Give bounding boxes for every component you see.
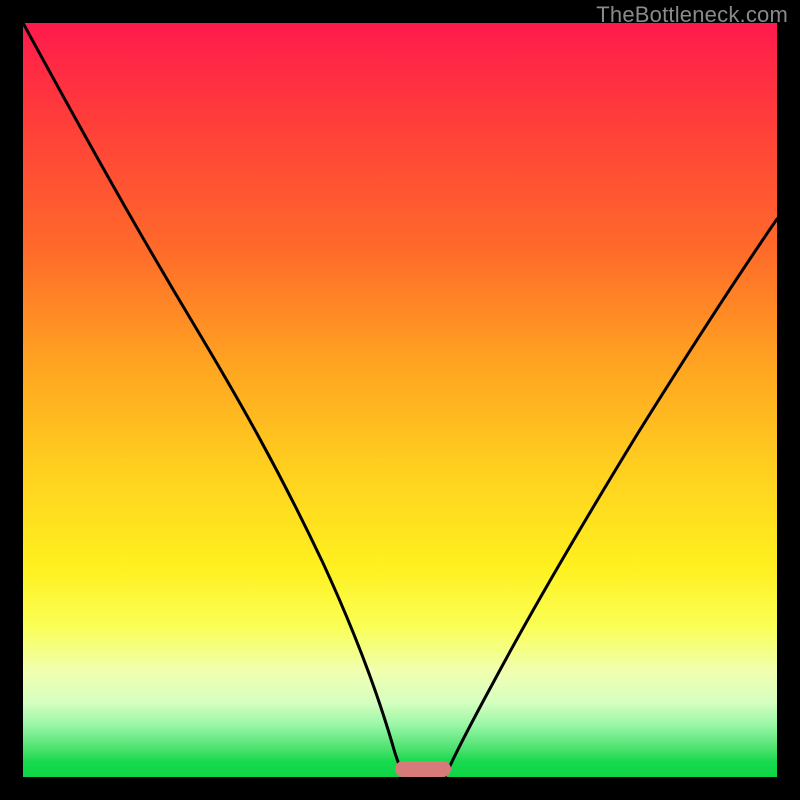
bottleneck-curve xyxy=(23,23,777,777)
watermark-text: TheBottleneck.com xyxy=(596,2,788,28)
optimal-point-marker xyxy=(395,761,451,777)
plot-area xyxy=(23,23,777,777)
curve-left-branch xyxy=(23,23,404,777)
curve-right-branch xyxy=(445,219,777,777)
chart-frame: TheBottleneck.com xyxy=(0,0,800,800)
